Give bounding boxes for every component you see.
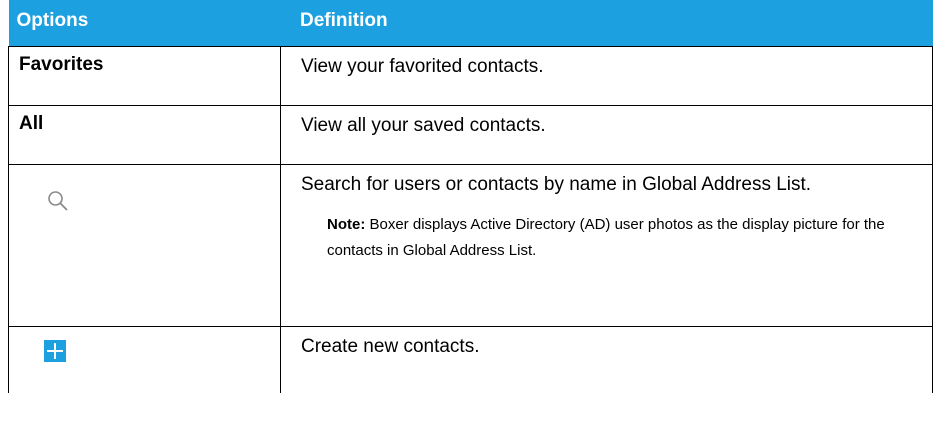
note-text: Boxer displays Active Directory (AD) use… [327, 216, 885, 259]
table-row: Favorites View your favorited contacts. [8, 46, 933, 106]
header-options-label: Options [16, 10, 89, 31]
search-icon [48, 191, 68, 211]
definition-cell: Search for users or contacts by name in … [280, 164, 933, 327]
option-cell: All [8, 105, 281, 165]
table-row: All View all your saved contacts. [8, 105, 933, 165]
definition-text: View your favorited contacts. [301, 56, 544, 77]
option-label-all: All [19, 113, 44, 134]
note-paragraph: Note: Boxer displays Active Directory (A… [281, 199, 932, 264]
table-header-row: Options Definition [8, 0, 933, 47]
definition-text: Search for users or contacts by name in … [301, 174, 812, 195]
option-cell [8, 326, 281, 393]
definition-cell: Create new contacts. [280, 326, 933, 393]
note-label: Note: [327, 216, 366, 233]
add-contact-icon [44, 340, 66, 362]
option-cell [8, 164, 281, 327]
definition-cell: View your favorited contacts. [280, 46, 933, 106]
header-definition-cell: Definition [280, 0, 933, 47]
header-definition-label: Definition [300, 10, 388, 31]
option-label-favorites: Favorites [19, 54, 104, 75]
table-row: Create new contacts. [8, 326, 933, 393]
definition-cell: View all your saved contacts. [280, 105, 933, 165]
options-table: Options Definition Favorites View your f… [8, 0, 933, 393]
table-row: Search for users or contacts by name in … [8, 164, 933, 327]
definition-text: View all your saved contacts. [301, 115, 546, 136]
header-options-cell: Options [8, 0, 281, 47]
definition-text: Create new contacts. [301, 336, 480, 357]
option-cell: Favorites [8, 46, 281, 106]
